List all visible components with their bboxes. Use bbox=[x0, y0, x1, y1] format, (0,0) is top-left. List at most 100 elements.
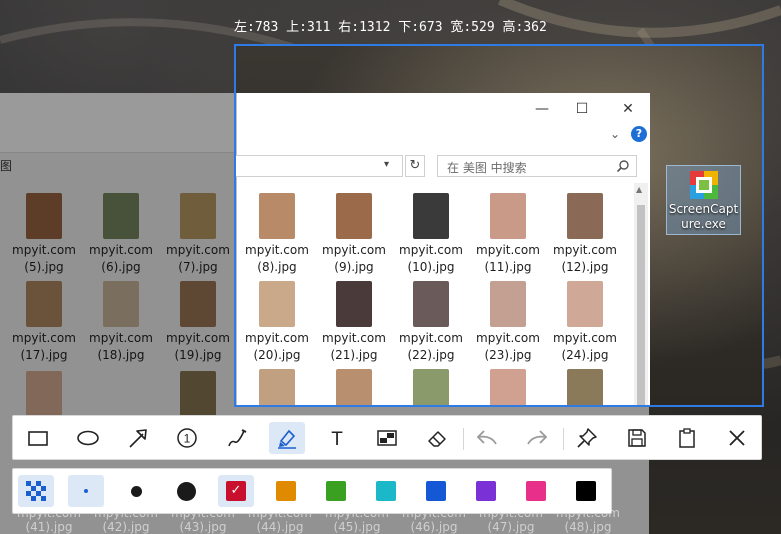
size-medium[interactable] bbox=[118, 475, 154, 507]
chevron-down-icon[interactable]: ⌄ bbox=[610, 127, 620, 141]
color-swatch[interactable] bbox=[518, 475, 554, 507]
file-thumbnail bbox=[26, 281, 62, 327]
selection-info: 左:783 上:311 右:1312 下:673 宽:529 高:362 bbox=[234, 20, 547, 35]
file-name: mpyit.com bbox=[476, 331, 540, 345]
file-name: (44).jpg bbox=[256, 520, 304, 534]
help-icon[interactable]: ? bbox=[631, 126, 647, 142]
color-swatch[interactable] bbox=[368, 475, 404, 507]
file-item[interactable] bbox=[239, 369, 315, 405]
size-small[interactable] bbox=[68, 475, 104, 507]
file-item[interactable]: mpyit.com (11).jpg bbox=[470, 193, 546, 276]
minimize-button[interactable]: — bbox=[527, 99, 557, 119]
file-item[interactable]: mpyit.com (8).jpg bbox=[239, 193, 315, 276]
file-item[interactable] bbox=[160, 371, 236, 417]
pen-icon bbox=[228, 429, 247, 447]
pin-tool[interactable] bbox=[569, 422, 605, 454]
size-dot-medium bbox=[130, 485, 142, 497]
color-swatch[interactable] bbox=[268, 475, 304, 507]
text-tool[interactable]: T bbox=[319, 422, 355, 454]
file-thumbnail bbox=[259, 193, 295, 239]
file-name: mpyit.com bbox=[553, 331, 617, 345]
file-thumbnail bbox=[336, 281, 372, 327]
file-name: mpyit.com bbox=[399, 243, 463, 257]
search-placeholder: 在 美图 中搜索 bbox=[447, 161, 527, 175]
file-item[interactable]: mpyit.com (19).jpg bbox=[160, 281, 236, 364]
explorer-ribbon: ⌄ ? bbox=[237, 125, 650, 147]
scroll-up-icon[interactable]: ▲ bbox=[636, 185, 642, 194]
undo-tool[interactable] bbox=[469, 422, 505, 454]
eraser-icon bbox=[428, 431, 446, 447]
color-swatch-fill bbox=[576, 481, 596, 501]
refresh-button[interactable]: ↻ bbox=[405, 155, 425, 177]
file-item[interactable]: mpyit.com (18).jpg bbox=[83, 281, 159, 364]
close-window-button[interactable]: ✕ bbox=[613, 99, 643, 119]
file-item[interactable]: mpyit.com (9).jpg bbox=[316, 193, 392, 276]
color-swatch[interactable] bbox=[468, 475, 504, 507]
file-name: mpyit.com bbox=[322, 243, 386, 257]
file-item[interactable]: mpyit.com (10).jpg bbox=[393, 193, 469, 276]
size-dot-large bbox=[176, 481, 196, 501]
file-item[interactable]: mpyit.com (20).jpg bbox=[239, 281, 315, 364]
file-thumbnail bbox=[413, 193, 449, 239]
file-name-suffix: (21).jpg bbox=[330, 348, 378, 362]
ellipse-tool[interactable] bbox=[70, 422, 106, 454]
pen-tool[interactable] bbox=[219, 422, 255, 454]
save-tool[interactable] bbox=[619, 422, 655, 454]
file-thumbnail bbox=[567, 281, 603, 327]
arrow-tool[interactable] bbox=[120, 422, 156, 454]
file-name-suffix: (8).jpg bbox=[257, 260, 297, 274]
file-thumbnail bbox=[336, 193, 372, 239]
redo-icon bbox=[527, 430, 548, 445]
color-swatch[interactable] bbox=[418, 475, 454, 507]
vertical-scrollbar[interactable]: ▲ bbox=[634, 183, 648, 405]
file-name-suffix: (11).jpg bbox=[484, 260, 532, 274]
toolbar-divider bbox=[563, 428, 564, 450]
number-icon: 1 bbox=[177, 428, 197, 448]
maximize-button[interactable]: ☐ bbox=[567, 99, 597, 119]
file-item[interactable]: mpyit.com (21).jpg bbox=[316, 281, 392, 364]
file-name: mpyit.com bbox=[245, 243, 309, 257]
search-input[interactable]: 在 美图 中搜索 bbox=[437, 155, 637, 177]
close-tool[interactable] bbox=[719, 422, 755, 454]
color-swatch[interactable] bbox=[568, 475, 604, 507]
file-item[interactable] bbox=[316, 369, 392, 405]
color-swatch[interactable] bbox=[318, 475, 354, 507]
file-thumbnail bbox=[180, 193, 216, 239]
file-item[interactable]: mpyit.com (17).jpg bbox=[6, 281, 82, 364]
number-tool[interactable]: 1 bbox=[169, 422, 205, 454]
file-item[interactable]: mpyit.com (12).jpg bbox=[547, 193, 623, 276]
file-item[interactable]: mpyit.com (6).jpg bbox=[83, 193, 159, 276]
file-item[interactable]: mpyit.com (23).jpg bbox=[470, 281, 546, 364]
undo-icon bbox=[476, 430, 497, 445]
file-item[interactable] bbox=[393, 369, 469, 405]
file-item[interactable] bbox=[6, 371, 82, 417]
mosaic-tool[interactable] bbox=[369, 422, 405, 454]
file-item[interactable] bbox=[547, 369, 623, 405]
marker-tool[interactable] bbox=[269, 422, 305, 454]
file-item[interactable]: mpyit.com (7).jpg bbox=[160, 193, 236, 276]
file-item[interactable]: mpyit.com (22).jpg bbox=[393, 281, 469, 364]
color-swatch-fill bbox=[526, 481, 546, 501]
file-name: mpyit.com (17).jpg bbox=[12, 331, 76, 362]
mosaic-pattern-option[interactable] bbox=[18, 475, 54, 507]
file-name-suffix: (9).jpg bbox=[334, 260, 374, 274]
copy-tool[interactable] bbox=[669, 422, 705, 454]
scrollbar-thumb[interactable] bbox=[637, 205, 645, 405]
rectangle-tool[interactable] bbox=[20, 422, 56, 454]
file-item[interactable]: mpyit.com (24).jpg bbox=[547, 281, 623, 364]
file-item[interactable]: mpyit.com (5).jpg bbox=[6, 193, 82, 276]
rectangle-icon bbox=[28, 431, 48, 446]
file-name: mpyit.com bbox=[399, 331, 463, 345]
color-swatch-fill bbox=[276, 481, 296, 501]
address-bar[interactable]: ▾ bbox=[236, 155, 403, 177]
mosaic-icon bbox=[377, 430, 397, 446]
redo-tool[interactable] bbox=[519, 422, 555, 454]
chevron-down-icon[interactable]: ▾ bbox=[384, 159, 389, 170]
color-swatch[interactable]: ✓ bbox=[218, 475, 254, 507]
file-item[interactable] bbox=[470, 369, 546, 405]
desktop-icon-screencapture[interactable]: ScreenCapt ure.exe bbox=[666, 165, 741, 235]
color-swatch-fill bbox=[426, 481, 446, 501]
eraser-tool[interactable] bbox=[419, 422, 455, 454]
size-large[interactable] bbox=[168, 475, 204, 507]
color-swatch-fill bbox=[326, 481, 346, 501]
